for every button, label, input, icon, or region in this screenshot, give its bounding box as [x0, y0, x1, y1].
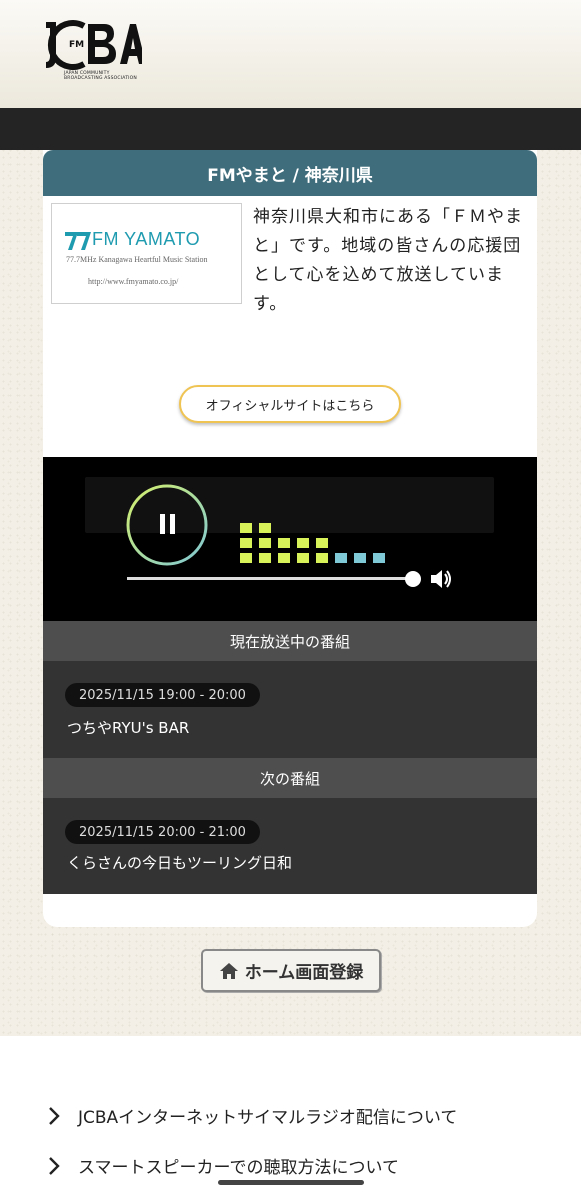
- equalizer-cell: [354, 553, 366, 563]
- pause-icon: [160, 514, 176, 534]
- logo-fm-text: FM: [69, 40, 85, 50]
- add-to-home-button[interactable]: ホーム画面登録: [201, 949, 381, 992]
- official-site-button[interactable]: オフィシャルサイトはこちら: [179, 385, 401, 423]
- volume-icon[interactable]: [429, 568, 453, 590]
- footer-link-label: JCBAインターネットサイマルラジオ配信について: [78, 1108, 458, 1128]
- next-program-header: 次の番組: [43, 758, 537, 798]
- next-program-title: くらさんの今日もツーリング日和: [67, 854, 293, 872]
- footer-link-label: スマートスピーカーでの聴取方法について: [78, 1158, 399, 1178]
- equalizer-cell: [335, 553, 347, 563]
- equalizer-cell: [373, 553, 385, 563]
- equalizer-cell: [240, 523, 252, 533]
- equalizer-cell: [278, 553, 290, 563]
- house-icon: [219, 962, 238, 979]
- fm-yamato-mark-icon: [65, 232, 91, 250]
- station-description: 神奈川県大和市にある「ＦＭやまと」です。地域の皆さんの応援団として心を込めて放送…: [253, 207, 523, 314]
- radio-player: [43, 457, 537, 621]
- now-playing-time: 2025/11/15 19:00 - 20:00: [65, 683, 260, 707]
- equalizer-cell: [259, 553, 271, 563]
- now-playing-section: 2025/11/15 19:00 - 20:00 つちやRYU's BAR: [43, 661, 537, 758]
- equalizer-cell: [278, 538, 290, 548]
- equalizer-cell: [297, 553, 309, 563]
- home-indicator: [218, 1180, 364, 1185]
- station-card: FMやまと / 神奈川県 FM YAMATO 77.7MHz Kanagawa …: [43, 150, 537, 927]
- volume-slider[interactable]: [127, 577, 413, 580]
- equalizer-cell: [259, 538, 271, 548]
- station-logo-tagline: 77.7MHz Kanagawa Heartful Music Station: [66, 255, 208, 264]
- footer-link-simulcast[interactable]: JCBAインターネットサイマルラジオ配信について: [48, 1103, 457, 1128]
- equalizer-cell: [240, 553, 252, 563]
- equalizer-cell: [240, 538, 252, 548]
- equalizer-cell: [316, 538, 328, 548]
- equalizer-cell: [297, 538, 309, 548]
- footer-link-smart-speaker[interactable]: スマートスピーカーでの聴取方法について: [48, 1153, 399, 1178]
- station-title: FMやまと / 神奈川県: [43, 150, 537, 196]
- equalizer-cell: [316, 553, 328, 563]
- next-program-section: 2025/11/15 20:00 - 21:00 くらさんの今日もツーリング日和: [43, 798, 537, 894]
- now-playing-header: 現在放送中の番組: [43, 621, 537, 661]
- equalizer-visualizer: [240, 517, 400, 563]
- jcba-logo-mark: [46, 20, 142, 70]
- nav-bar: [0, 108, 581, 150]
- footer: JCBAインターネットサイマルラジオ配信について スマートスピーカーでの聴取方法…: [0, 1036, 581, 1200]
- equalizer-cell: [259, 523, 271, 533]
- site-header: FM JAPAN COMMUNITY BROADCASTING ASSOCIAT…: [0, 0, 581, 108]
- station-logo-name: FM YAMATO: [92, 229, 201, 249]
- logo-subtitle: JAPAN COMMUNITY BROADCASTING ASSOCIATION: [64, 71, 137, 81]
- chevron-right-icon: [49, 1156, 60, 1175]
- volume-slider-thumb[interactable]: [405, 571, 421, 587]
- jcba-logo[interactable]: FM JAPAN COMMUNITY BROADCASTING ASSOCIAT…: [42, 18, 142, 86]
- add-to-home-label: ホーム画面登録: [244, 963, 364, 983]
- now-playing-title: つちやRYU's BAR: [67, 719, 190, 737]
- station-logo: FM YAMATO 77.7MHz Kanagawa Heartful Musi…: [51, 203, 242, 304]
- chevron-right-icon: [49, 1106, 60, 1125]
- station-logo-url: http://www.fmyamato.co.jp/: [88, 277, 179, 286]
- next-program-time: 2025/11/15 20:00 - 21:00: [65, 820, 260, 844]
